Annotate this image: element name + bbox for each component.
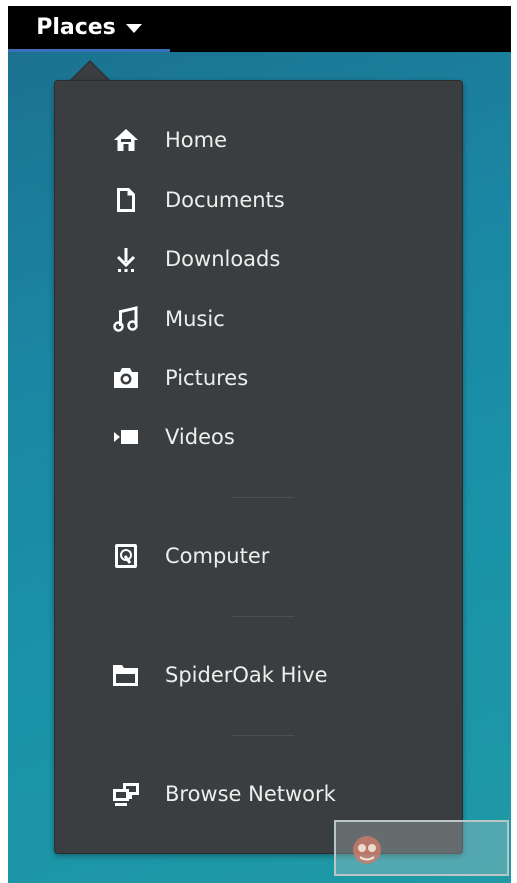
screen-frame-left <box>0 0 8 883</box>
menu-item-documents[interactable]: Documents <box>55 178 462 222</box>
home-icon <box>111 125 141 155</box>
menu-item-home[interactable]: Home <box>55 118 462 162</box>
document-icon <box>111 185 141 215</box>
menu-item-pictures[interactable]: Pictures <box>55 356 462 400</box>
watermark-overlay <box>334 820 509 876</box>
dropdown-caret-icon <box>125 24 142 33</box>
places-menu-button[interactable]: Places <box>8 6 170 52</box>
watermark-logo-icon <box>348 830 386 868</box>
menu-separator <box>232 616 294 617</box>
menu-item-label: SpiderOak Hive <box>165 663 328 687</box>
menu-item-label: Computer <box>165 544 270 568</box>
harddisk-icon <box>111 541 141 571</box>
music-icon <box>111 304 141 334</box>
folder-icon <box>111 660 141 690</box>
menu-item-videos[interactable]: Videos <box>55 415 462 459</box>
menu-item-label: Pictures <box>165 366 249 390</box>
menu-item-label: Videos <box>165 425 235 449</box>
menu-item-browse-network[interactable]: Browse Network <box>55 772 462 816</box>
menu-item-label: Browse Network <box>165 782 336 806</box>
menu-item-music[interactable]: Music <box>55 297 462 341</box>
camera-icon <box>111 363 141 393</box>
video-icon <box>111 422 141 452</box>
network-icon <box>111 779 141 809</box>
menu-item-spideroak-hive[interactable]: SpiderOak Hive <box>55 653 462 697</box>
places-menu: Home Documents Downloads Music Pictures … <box>54 80 463 854</box>
places-label: Places <box>36 15 116 40</box>
menu-item-label: Documents <box>165 188 285 212</box>
menu-item-label: Home <box>165 128 228 152</box>
popover-arrow <box>71 62 109 81</box>
menu-item-label: Downloads <box>165 247 281 271</box>
menu-item-label: Music <box>165 307 225 331</box>
menu-item-downloads[interactable]: Downloads <box>55 237 462 281</box>
menu-separator <box>232 735 294 736</box>
menu-separator <box>232 497 294 498</box>
screen-frame-right <box>511 0 517 883</box>
menu-item-computer[interactable]: Computer <box>55 534 462 578</box>
download-icon <box>111 244 141 274</box>
